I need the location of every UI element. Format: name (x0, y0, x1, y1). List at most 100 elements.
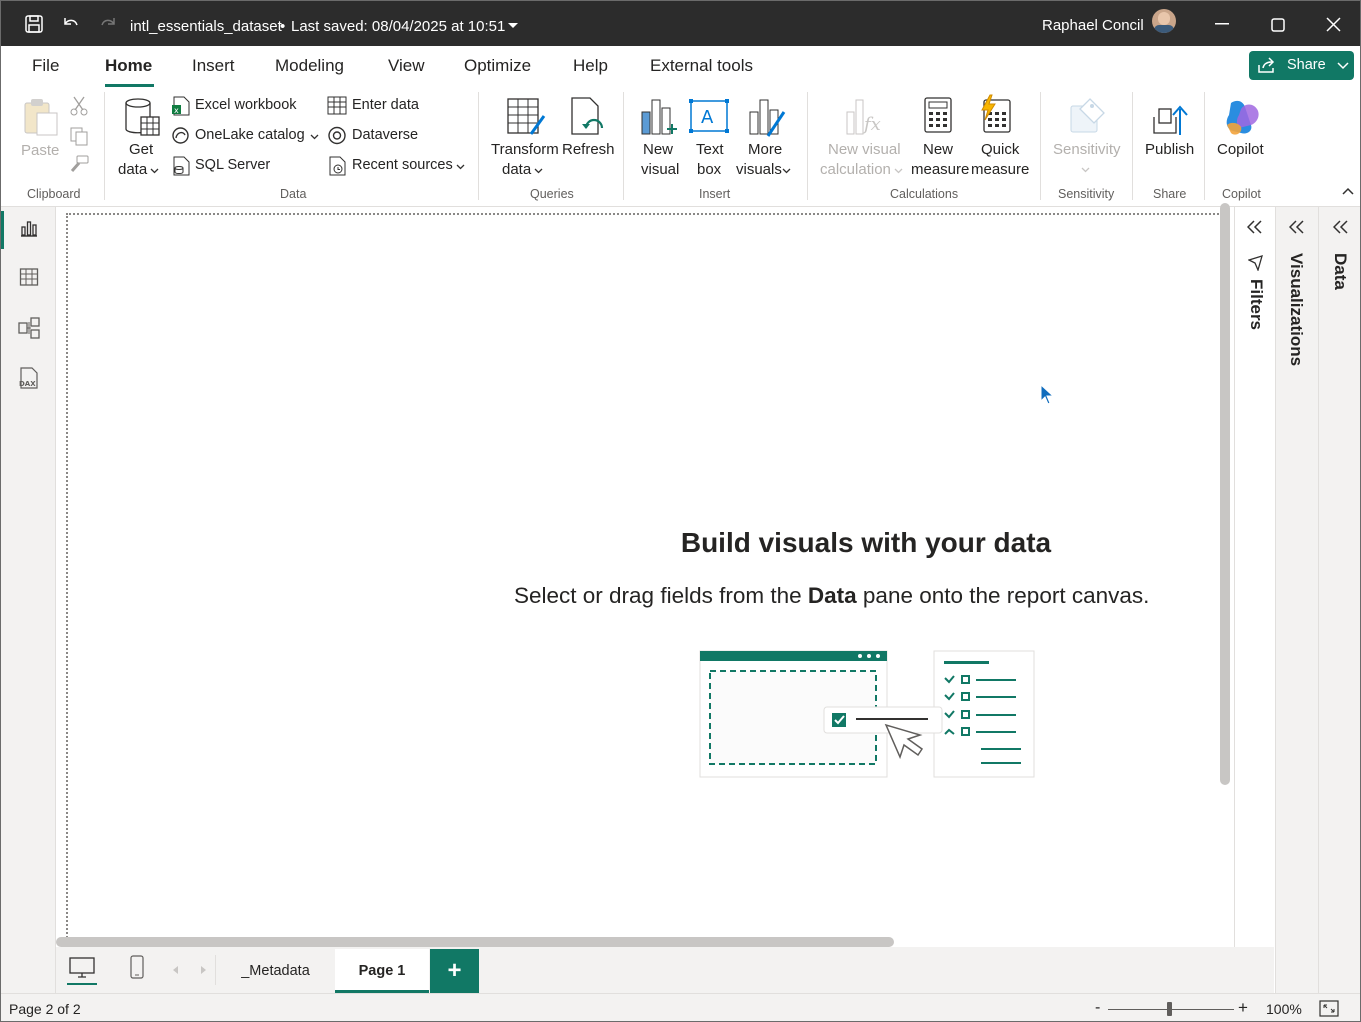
subtitle-data-emphasis: Data (807, 583, 857, 608)
collapse-ribbon-icon[interactable] (1342, 187, 1354, 195)
horizontal-scrollbar[interactable] (56, 937, 894, 947)
minimize-icon[interactable] (1215, 23, 1231, 27)
group-label-data: Data (280, 187, 307, 201)
publish-icon (1153, 105, 1188, 135)
tab-help[interactable]: Help (573, 56, 608, 76)
mobile-layout-icon[interactable] (130, 955, 144, 979)
view-switcher-rail: DAX (1, 207, 56, 993)
new-visual-label: visual (641, 161, 680, 178)
sql-server-button[interactable]: SQL Server (195, 157, 270, 173)
zoom-slider[interactable] (1108, 1002, 1234, 1016)
tab-external-tools[interactable]: External tools (650, 56, 753, 76)
publish-button[interactable]: Publish (1145, 140, 1194, 160)
format-painter-icon (70, 155, 89, 172)
share-label: Share (1287, 57, 1326, 73)
build-visuals-illustration (699, 650, 1035, 778)
fit-to-page-icon[interactable] (1319, 1000, 1339, 1017)
group-label-copilot: Copilot (1222, 187, 1261, 201)
report-canvas[interactable]: Build visuals with your data Select or d… (56, 203, 1234, 953)
tab-modeling[interactable]: Modeling (275, 56, 344, 76)
desktop-layout-icon[interactable] (69, 957, 95, 979)
transform-data-icon (507, 98, 546, 135)
tab-file[interactable]: File (32, 56, 59, 76)
new-measure-button[interactable]: New (923, 140, 953, 160)
dataverse-button[interactable]: Dataverse (352, 127, 418, 143)
expand-pane-icon[interactable] (1289, 220, 1305, 234)
dax-query-view-icon[interactable]: DAX (17, 367, 41, 389)
table-icon (327, 96, 347, 115)
scroll-tabs-left-icon[interactable] (172, 965, 180, 975)
text-box-button[interactable]: Text (696, 140, 724, 160)
expand-pane-icon[interactable] (1333, 220, 1349, 234)
page-tab-page-1[interactable]: Page 1 (335, 949, 429, 993)
refresh-icon (571, 97, 604, 135)
undo-icon[interactable] (61, 14, 81, 34)
get-data-button[interactable]: Get (129, 140, 153, 160)
excel-icon: x (172, 96, 190, 116)
powerbi-window: intl_essentials_dataset • Last saved: 08… (0, 0, 1361, 1022)
onelake-catalog-button[interactable]: OneLake catalog (195, 127, 305, 143)
excel-workbook-button[interactable]: Excel workbook (195, 97, 297, 113)
divider (1040, 92, 1041, 200)
scroll-tabs-right-icon[interactable] (199, 965, 207, 975)
chevron-down-icon (456, 164, 465, 170)
data-pane[interactable]: Data (1318, 207, 1360, 993)
page-tabs-bar: _Metadata Page 1 + (56, 947, 1274, 993)
expand-pane-icon[interactable] (1247, 220, 1263, 234)
data-pane-label[interactable]: Data (1330, 253, 1350, 290)
avatar[interactable] (1152, 9, 1176, 33)
divider (215, 955, 216, 985)
transform-data-button[interactable]: Transform (491, 140, 559, 160)
chevron-down-icon (150, 168, 159, 174)
copilot-button[interactable]: Copilot (1217, 140, 1264, 160)
divider (807, 92, 808, 200)
title-separator-dot: • (280, 18, 286, 35)
add-page-button[interactable]: + (430, 949, 479, 993)
new-measure-label: measure (911, 161, 970, 178)
zoom-in-button[interactable]: + (1238, 998, 1248, 1018)
zoom-slider-thumb[interactable] (1167, 1002, 1172, 1016)
recent-sources-button[interactable]: Recent sources (352, 157, 453, 173)
table-view-icon[interactable] (19, 267, 39, 287)
tab-home[interactable]: Home (105, 56, 152, 76)
file-name[interactable]: intl_essentials_dataset (130, 18, 282, 35)
enter-data-button[interactable]: Enter data (352, 97, 419, 113)
user-name[interactable]: Raphael Concil (1042, 17, 1144, 34)
tab-view[interactable]: View (388, 56, 425, 76)
save-icon[interactable] (24, 14, 44, 34)
subtitle-part: pane onto the report canvas. (856, 583, 1150, 608)
model-view-icon[interactable] (18, 317, 40, 339)
zoom-out-button[interactable]: - (1095, 999, 1100, 1017)
transform-data-label: data (502, 161, 532, 178)
share-button[interactable]: Share (1249, 51, 1354, 80)
quick-measure-button[interactable]: Quick (981, 140, 1019, 160)
chevron-down-icon (1337, 62, 1349, 70)
cut-icon (70, 96, 88, 116)
more-visuals-button[interactable]: More (748, 140, 782, 160)
database-icon (125, 98, 160, 136)
tab-optimize[interactable]: Optimize (464, 56, 531, 76)
visualizations-pane[interactable]: Visualizations (1275, 207, 1318, 993)
filters-pane-label[interactable]: Filters (1246, 279, 1266, 330)
chevron-down-icon (534, 168, 543, 174)
maximize-icon[interactable] (1271, 18, 1287, 34)
group-label-queries: Queries (530, 187, 574, 201)
visualizations-pane-label[interactable]: Visualizations (1286, 253, 1306, 366)
text-box-icon: A (689, 99, 729, 133)
new-visual-calculation-label: calculation (820, 161, 891, 178)
quick-measure-label: measure (971, 161, 1030, 178)
page-tab-metadata[interactable]: _Metadata (217, 949, 334, 993)
new-visual-button[interactable]: New (643, 140, 673, 160)
caret-down-icon[interactable] (507, 22, 519, 30)
zoom-level[interactable]: 100% (1266, 1001, 1302, 1017)
tab-insert[interactable]: Insert (192, 56, 235, 76)
refresh-button[interactable]: Refresh (562, 140, 615, 160)
save-status[interactable]: Last saved: 08/04/2025 at 10:51 (291, 18, 505, 35)
divider (1204, 92, 1205, 200)
close-icon[interactable] (1326, 17, 1342, 33)
sensitivity-icon (1070, 98, 1105, 133)
filters-pane[interactable]: Filters (1234, 207, 1275, 993)
report-view-icon[interactable] (19, 219, 39, 239)
vertical-scrollbar[interactable] (1220, 203, 1230, 785)
group-label-clipboard: Clipboard (27, 187, 81, 201)
